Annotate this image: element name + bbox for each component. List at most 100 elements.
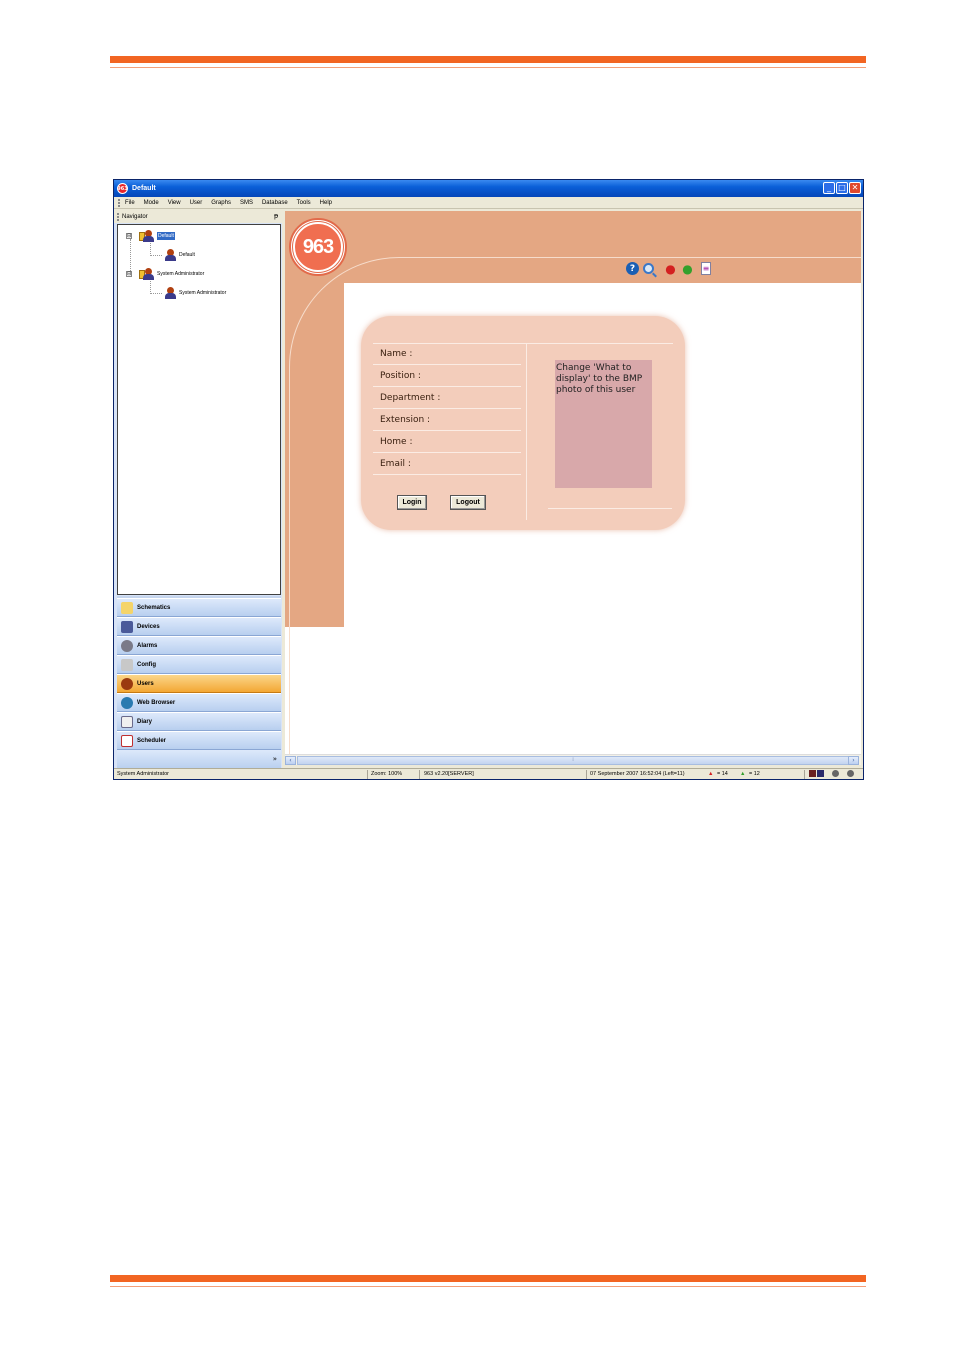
menu-file[interactable]: File bbox=[125, 200, 135, 206]
outlook-item-label: Config bbox=[137, 661, 156, 668]
tree-node-system-administrator-user[interactable]: System Administrator bbox=[164, 286, 226, 300]
title-bar[interactable]: 963 Default _ □ ✕ bbox=[114, 180, 863, 197]
outlook-item-label: Web Browser bbox=[137, 699, 176, 706]
login-button[interactable]: Login bbox=[397, 495, 427, 510]
navigator-title: Navigator bbox=[122, 213, 148, 220]
outlook-item-web-browser[interactable]: Web Browser bbox=[117, 693, 281, 712]
folder-icon bbox=[121, 601, 133, 614]
chevron-down-icon[interactable]: » bbox=[273, 755, 277, 763]
user-fields: Name : Position : Department : Extension… bbox=[373, 343, 521, 475]
app-logo-icon: 963 bbox=[117, 183, 128, 194]
user-info-card: Name : Position : Department : Extension… bbox=[361, 316, 685, 530]
outlook-item-scheduler[interactable]: Scheduler bbox=[117, 731, 281, 750]
green-alarm-status-icon: ▲ bbox=[740, 771, 746, 777]
outlook-item-users[interactable]: Users bbox=[117, 674, 281, 693]
menu-help[interactable]: Help bbox=[320, 200, 332, 206]
outlook-footer: » bbox=[117, 750, 281, 769]
navigator-grip[interactable] bbox=[117, 212, 119, 221]
help-icon[interactable]: ? bbox=[626, 262, 639, 275]
field-position: Position : bbox=[373, 365, 521, 387]
red-alarm-status-icon: ▲ bbox=[708, 771, 714, 777]
outlook-item-alarms[interactable]: Alarms bbox=[117, 636, 281, 655]
user-icon bbox=[121, 677, 133, 690]
scheduler-icon bbox=[121, 734, 133, 747]
tree-label[interactable]: Default bbox=[157, 232, 175, 240]
outlook-item-label: Diary bbox=[137, 718, 153, 725]
menu-graphs[interactable]: Graphs bbox=[211, 200, 231, 206]
outlook-item-label: Users bbox=[137, 680, 154, 687]
alarm-icon bbox=[121, 639, 133, 652]
calendar-icon bbox=[121, 715, 133, 728]
user-icon bbox=[164, 248, 177, 262]
view-toolbar: ? ● ● ≡ bbox=[626, 262, 711, 276]
maximize-button[interactable]: □ bbox=[836, 182, 848, 194]
status-user: System Administrator bbox=[117, 771, 169, 777]
logout-button[interactable]: Logout bbox=[450, 495, 486, 510]
page-header-rule bbox=[110, 56, 866, 63]
search-icon[interactable] bbox=[643, 263, 654, 274]
window-title: Default bbox=[132, 185, 156, 192]
tree-connector bbox=[150, 293, 162, 294]
card-divider bbox=[526, 344, 527, 520]
status-bar: System Administrator Zoom: 100% 963 v2.2… bbox=[114, 768, 863, 779]
outlook-item-diary[interactable]: Diary bbox=[117, 712, 281, 731]
brand-logo: 963 bbox=[289, 218, 347, 276]
status-separator bbox=[586, 770, 587, 779]
menu-view[interactable]: View bbox=[168, 200, 181, 206]
page-footer-thin-rule bbox=[110, 1286, 866, 1287]
menu-grip[interactable] bbox=[118, 198, 120, 207]
tree-node-default-user[interactable]: Default bbox=[164, 248, 195, 262]
status-indicator-icon bbox=[832, 770, 839, 779]
outlook-item-label: Schematics bbox=[137, 604, 171, 611]
tree-node-default[interactable]: ⊟ Default bbox=[126, 229, 175, 243]
status-separator bbox=[367, 770, 368, 779]
tree-label[interactable]: System Administrator bbox=[179, 290, 226, 296]
minimize-button[interactable]: _ bbox=[823, 182, 835, 194]
card-divider bbox=[548, 508, 672, 509]
outlook-item-label: Alarms bbox=[137, 642, 158, 649]
menu-bar: File Mode View User Graphs SMS Database … bbox=[114, 197, 863, 209]
navigator-header: Navigator ᵽ bbox=[114, 210, 282, 223]
status-datetime: 07 September 2007 16:52:04 (Left=11) bbox=[590, 771, 685, 777]
close-button[interactable]: ✕ bbox=[849, 182, 861, 194]
status-separator bbox=[804, 770, 805, 779]
menu-user[interactable]: User bbox=[190, 200, 203, 206]
user-group-icon bbox=[139, 229, 155, 243]
collapse-icon[interactable]: ⊟ bbox=[126, 233, 132, 239]
user-icon bbox=[164, 286, 177, 300]
document-icon[interactable]: ≡ bbox=[701, 262, 711, 275]
devices-icon bbox=[121, 620, 133, 633]
menu-mode[interactable]: Mode bbox=[144, 200, 159, 206]
tree-label[interactable]: System Administrator bbox=[157, 271, 204, 277]
green-alarm-count: = 12 bbox=[749, 771, 760, 777]
status-version: 963 v2.20[SERVER] bbox=[424, 771, 474, 777]
app-window: 963 Default _ □ ✕ File Mode View User Gr… bbox=[113, 179, 864, 780]
menu-database[interactable]: Database bbox=[262, 200, 288, 206]
red-alarm-count: = 14 bbox=[717, 771, 728, 777]
outlook-item-schematics[interactable]: Schematics bbox=[117, 598, 281, 617]
scroll-right-button[interactable]: › bbox=[848, 756, 859, 765]
green-alarm-icon[interactable]: ● bbox=[681, 262, 694, 276]
outlook-item-label: Devices bbox=[137, 623, 160, 630]
status-separator bbox=[419, 770, 420, 779]
logo-text: 963 bbox=[293, 222, 343, 272]
outlook-item-config[interactable]: Config bbox=[117, 655, 281, 674]
collapse-icon[interactable]: ⊟ bbox=[126, 271, 132, 277]
menu-tools[interactable]: Tools bbox=[297, 200, 311, 206]
pin-icon[interactable]: ᵽ bbox=[274, 213, 278, 220]
navigator-tree: ⊟ Default Default ⊟ System Administrator… bbox=[117, 224, 281, 595]
outlook-bar: Schematics Devices Alarms Config Users W… bbox=[117, 598, 281, 769]
outlook-item-label: Scheduler bbox=[137, 737, 167, 744]
red-alarm-icon[interactable]: ● bbox=[664, 262, 677, 276]
menu-sms[interactable]: SMS bbox=[240, 200, 253, 206]
outlook-item-devices[interactable]: Devices bbox=[117, 617, 281, 636]
scroll-thumb[interactable]: ⁞ bbox=[297, 756, 849, 765]
tree-label[interactable]: Default bbox=[179, 252, 195, 258]
horizontal-scrollbar[interactable]: ‹ ⁞ › bbox=[285, 754, 861, 765]
network-icon bbox=[809, 770, 824, 779]
page-header-thin-rule bbox=[110, 67, 866, 68]
globe-icon bbox=[121, 696, 133, 709]
status-indicator-icon bbox=[847, 770, 854, 779]
scroll-left-button[interactable]: ‹ bbox=[285, 756, 296, 765]
tree-node-system-administrator[interactable]: ⊟ System Administrator bbox=[126, 267, 204, 281]
